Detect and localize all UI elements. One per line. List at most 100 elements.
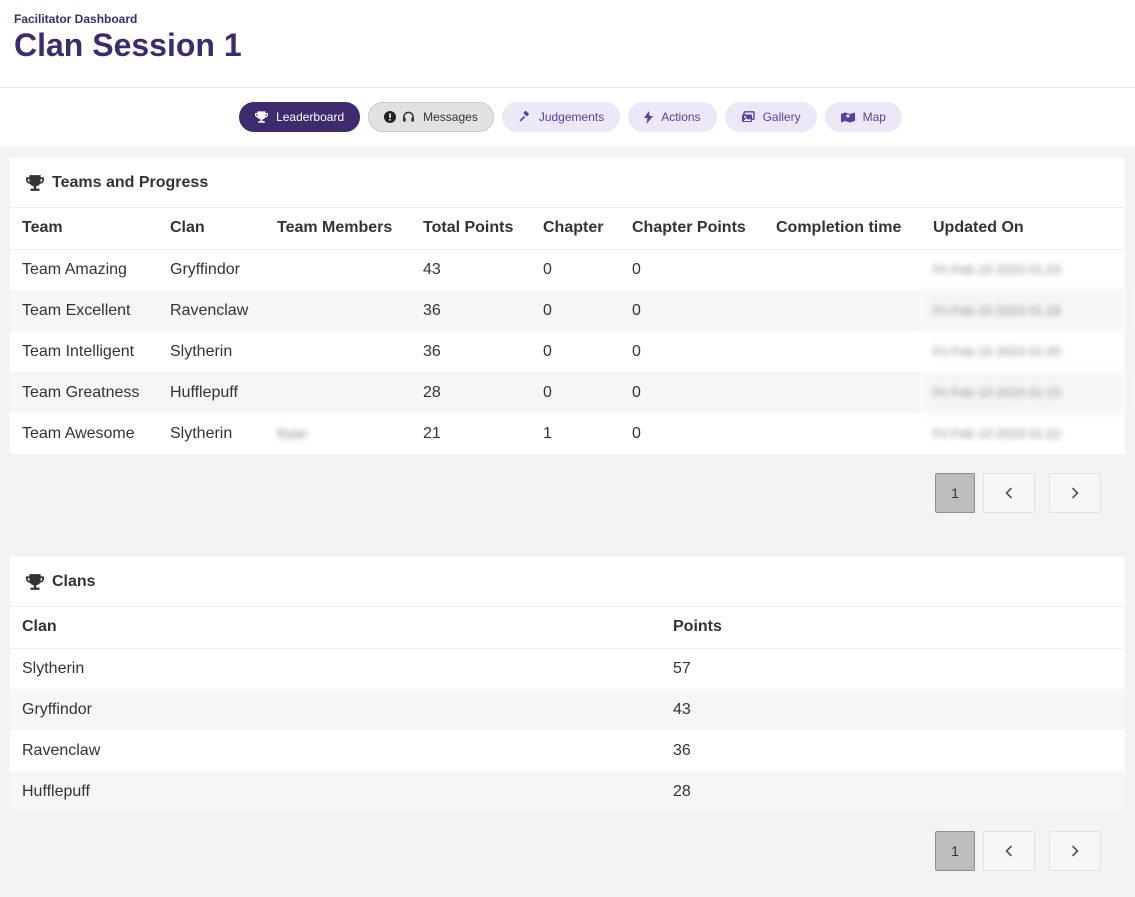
team-chapter-points: 0 <box>632 342 641 360</box>
team-total-points: 21 <box>423 424 441 442</box>
team-name: Team Amazing <box>22 260 127 278</box>
team-clan: Ravenclaw <box>158 290 265 331</box>
chevron-right-icon <box>1071 844 1079 857</box>
team-chapter: 0 <box>543 342 552 360</box>
team-chapter: 0 <box>543 260 552 278</box>
clan-name: Hufflepuff <box>10 771 661 812</box>
team-members: Ryan <box>277 426 308 441</box>
headset-icon <box>403 111 415 122</box>
team-chapter-points: 0 <box>632 424 641 442</box>
clan-points: 57 <box>673 659 691 677</box>
tab-judgements-label: Judgements <box>538 110 605 124</box>
team-total-points: 36 <box>411 290 531 331</box>
tab-messages[interactable]: Messages <box>368 102 494 132</box>
team-updated-on: Fri Feb 10 2023 01:15 <box>921 372 1125 413</box>
team-members <box>265 290 411 331</box>
table-header-row: Clan Points <box>10 607 1125 649</box>
table-row: Gryffindor 43 <box>10 689 1125 730</box>
clans-panel-header: Clans <box>10 557 1125 607</box>
teams-table: Team Clan Team Members Total Points Chap… <box>10 208 1125 454</box>
alert-circle-icon <box>384 111 397 123</box>
team-completion-time <box>764 372 921 413</box>
clans-panel: Clans Clan Points Slytherin 57 Gryffindo… <box>10 557 1125 889</box>
page-header: Facilitator Dashboard Clan Session 1 <box>0 0 1135 88</box>
column-header[interactable]: Clan <box>158 208 265 250</box>
team-members <box>265 249 411 290</box>
dashboard-subtitle: Facilitator Dashboard <box>14 12 138 26</box>
clan-points: 36 <box>673 741 691 759</box>
gavel-icon <box>519 111 529 122</box>
table-row: Slytherin 57 <box>10 648 1125 689</box>
column-header[interactable]: Total Points <box>411 208 531 250</box>
bolt-icon <box>644 110 654 124</box>
next-page-button[interactable] <box>1049 830 1101 871</box>
teams-panel: Teams and Progress Team Clan Team Member… <box>10 158 1125 531</box>
tab-judgements[interactable]: Judgements <box>501 102 621 132</box>
column-header[interactable]: Chapter Points <box>620 208 764 250</box>
clans-table: Clan Points Slytherin 57 Gryffindor 43 R… <box>10 607 1125 812</box>
tab-map-label: Map <box>862 110 886 124</box>
column-header[interactable]: Updated On <box>921 208 1125 250</box>
table-row: Team Greatness Hufflepuff 28 0 0 Fri Feb… <box>10 372 1125 413</box>
team-total-points: 36 <box>423 342 441 360</box>
map-icon <box>840 112 855 123</box>
clan-name: Gryffindor <box>10 689 661 730</box>
chevron-left-icon <box>1005 844 1013 857</box>
team-chapter-points: 0 <box>620 290 764 331</box>
tab-messages-label: Messages <box>423 110 478 124</box>
column-header[interactable]: Points <box>661 607 1125 649</box>
tab-gallery-label: Gallery <box>762 110 801 124</box>
table-row: Team Excellent Ravenclaw 36 0 0 Fri Feb … <box>10 290 1125 331</box>
tab-map[interactable]: Map <box>824 102 902 132</box>
clan-points: 43 <box>661 689 1125 730</box>
tab-gallery[interactable]: Gallery <box>724 102 817 132</box>
table-row: Team Intelligent Slytherin 36 0 0 Fri Fe… <box>10 331 1125 372</box>
column-header[interactable]: Clan <box>10 607 661 649</box>
team-chapter-points: 0 <box>620 372 764 413</box>
page-number-button[interactable]: 1 <box>935 472 975 513</box>
team-completion-time <box>764 290 921 331</box>
team-members <box>265 331 411 372</box>
table-row: Ravenclaw 36 <box>10 730 1125 771</box>
column-header[interactable]: Team <box>10 208 158 250</box>
nav-bar: Leaderboard Messages Judgements Actions … <box>0 88 1135 146</box>
team-clan: Slytherin <box>170 342 233 360</box>
column-header[interactable]: Chapter <box>531 208 620 250</box>
prev-page-button[interactable] <box>983 472 1035 513</box>
teams-pagination: 1 <box>10 454 1125 531</box>
team-updated-on: Fri Feb 10 2023 01:23 <box>933 262 1061 278</box>
images-icon <box>741 111 755 122</box>
team-completion-time <box>764 413 921 454</box>
clan-name: Slytherin <box>22 659 85 677</box>
team-clan: Slytherin <box>170 424 233 442</box>
teams-panel-header: Teams and Progress <box>10 158 1125 208</box>
team-completion-time <box>764 249 921 290</box>
team-total-points: 28 <box>411 372 531 413</box>
tab-actions[interactable]: Actions <box>628 102 717 132</box>
team-chapter: 0 <box>531 372 620 413</box>
tab-leaderboard[interactable]: Leaderboard <box>239 102 361 132</box>
team-total-points: 43 <box>423 260 441 278</box>
teams-panel-title: Teams and Progress <box>52 173 209 191</box>
team-members <box>265 372 411 413</box>
page-number-button[interactable]: 1 <box>935 830 975 871</box>
team-name: Team Awesome <box>22 424 135 442</box>
trophy-icon <box>26 174 44 191</box>
column-header[interactable]: Team Members <box>265 208 411 250</box>
team-name: Team Intelligent <box>22 342 135 360</box>
chevron-left-icon <box>1005 486 1013 499</box>
trophy-icon <box>255 111 269 123</box>
next-page-button[interactable] <box>1049 472 1101 513</box>
team-chapter: 1 <box>543 424 552 442</box>
prev-page-button[interactable] <box>983 830 1035 871</box>
team-updated-on: Fri Feb 10 2023 01:18 <box>921 290 1125 331</box>
team-name: Team Excellent <box>10 290 158 331</box>
clan-points: 28 <box>661 771 1125 812</box>
team-chapter: 0 <box>531 290 620 331</box>
team-updated-on: Fri Feb 10 2023 01:20 <box>933 344 1061 359</box>
team-clan: Gryffindor <box>170 260 240 278</box>
chevron-right-icon <box>1071 486 1079 499</box>
column-header[interactable]: Completion time <box>764 208 921 250</box>
team-updated-on: Fri Feb 10 2023 01:22 <box>933 426 1061 441</box>
table-row: Hufflepuff 28 <box>10 771 1125 812</box>
